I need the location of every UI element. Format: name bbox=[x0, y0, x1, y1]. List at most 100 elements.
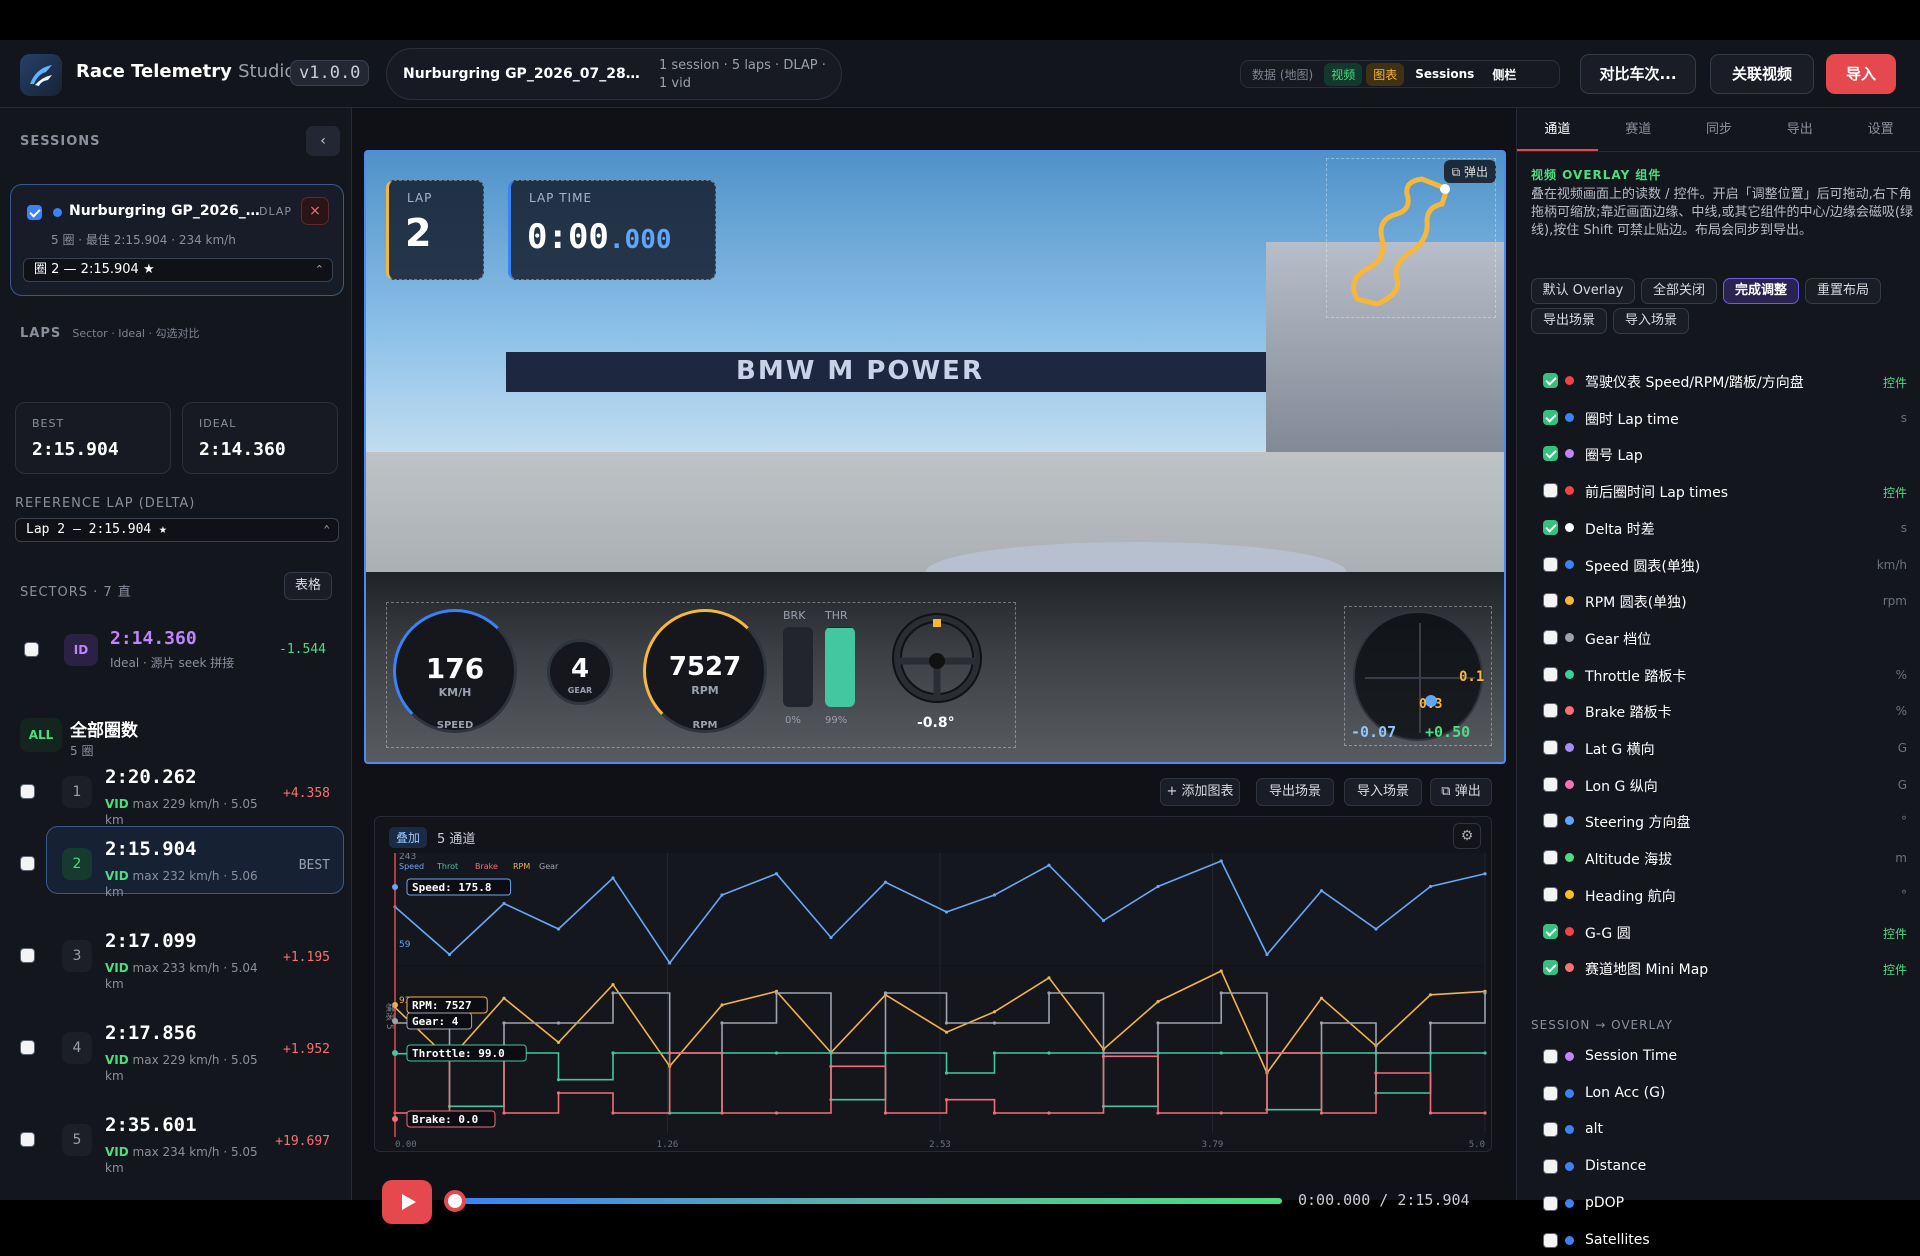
reset-layout-button[interactable]: 重置布局 bbox=[1805, 278, 1881, 304]
seek-handle[interactable] bbox=[444, 1190, 466, 1212]
tab-settings[interactable]: 设置 bbox=[1840, 108, 1920, 151]
overlay-item[interactable]: 前后圈时间 Lap times 控件 bbox=[1543, 476, 1909, 506]
chart-popout-button[interactable]: ⧉ 弹出 bbox=[1430, 778, 1492, 806]
overlay-item-checkbox[interactable] bbox=[1543, 813, 1558, 829]
overlay-item[interactable]: 圈号 Lap bbox=[1543, 439, 1909, 469]
session-card[interactable]: Nurburgring GP_2026_... DLAP × 5 圈 · 最佳 … bbox=[10, 184, 344, 296]
overlay-item-checkbox[interactable] bbox=[1543, 629, 1558, 645]
session-overlay-checkbox[interactable] bbox=[1543, 1232, 1558, 1248]
session-overlay-checkbox[interactable] bbox=[1543, 1159, 1558, 1175]
session-overlay-item[interactable]: alt bbox=[1543, 1115, 1909, 1145]
all-off-button[interactable]: 全部关闭 bbox=[1641, 278, 1717, 304]
link-video-button[interactable]: 关联视频 bbox=[1710, 54, 1814, 94]
toggle-chart[interactable]: 图表 bbox=[1366, 62, 1405, 86]
remove-session-button[interactable]: × bbox=[301, 197, 329, 225]
overlay-item-checkbox[interactable] bbox=[1543, 666, 1558, 682]
overlay-item-checkbox[interactable] bbox=[1543, 519, 1558, 535]
overlay-import-scene-button[interactable]: 导入场景 bbox=[1613, 308, 1689, 334]
session-overlay-item[interactable]: pDOP bbox=[1543, 1189, 1909, 1219]
toggle-sidebar[interactable]: 侧栏 bbox=[1485, 63, 1523, 86]
lap-checkbox[interactable] bbox=[20, 784, 35, 799]
ideal-lap-row[interactable]: ID 2:14.360 Ideal · 源片 seek 拼接 -1.544 bbox=[0, 620, 351, 684]
overlay-item[interactable]: Delta 时差 s bbox=[1543, 513, 1909, 543]
session-overlay-item[interactable]: Lon Acc (G) bbox=[1543, 1079, 1909, 1109]
gg-circle-overlay[interactable]: 0.1 0.3 -0.07 +0.50 bbox=[1344, 606, 1492, 746]
lap-checkbox[interactable] bbox=[20, 948, 35, 963]
overlay-item[interactable]: Steering 方向盘 ° bbox=[1543, 806, 1909, 836]
minimap-overlay[interactable] bbox=[1326, 158, 1496, 318]
overlay-item-checkbox[interactable] bbox=[1543, 556, 1558, 572]
overlay-item[interactable]: 圈时 Lap time s bbox=[1543, 403, 1909, 433]
compare-button[interactable]: 对比车次... bbox=[1580, 54, 1696, 94]
overlay-item[interactable]: Lat G 横向 G bbox=[1543, 733, 1909, 763]
video-player[interactable]: BMW M POWER LAP 2 LAP TIME 0:00.000 ⧉ 弹出… bbox=[364, 150, 1506, 764]
session-overlay-checkbox[interactable] bbox=[1543, 1085, 1558, 1101]
overlay-item-checkbox[interactable] bbox=[1543, 740, 1558, 755]
lap-row[interactable]: 1 2:20.262 VID max 229 km/h · 5.05 km +4.35… bbox=[0, 752, 351, 834]
collapse-sidebar-button[interactable]: ‹ bbox=[306, 126, 340, 156]
tab-export[interactable]: 导出 bbox=[1759, 108, 1840, 151]
lap-overlay[interactable]: LAP 2 bbox=[386, 180, 484, 280]
lap-checkbox[interactable] bbox=[20, 1040, 35, 1055]
overlay-item[interactable]: Heading 航向 ° bbox=[1543, 880, 1909, 910]
current-session-chip[interactable]: Nurburgring GP_2026_07_28_16_... 1 sessi… bbox=[386, 48, 842, 100]
overlay-item[interactable]: Throttle 踏板卡% bbox=[1543, 660, 1909, 690]
session-lap-select[interactable]: 圈 2 — 2:15.904 ★ bbox=[23, 258, 333, 282]
session-overlay-checkbox[interactable] bbox=[1543, 1049, 1558, 1064]
finish-adjust-button[interactable]: 完成调整 bbox=[1723, 278, 1799, 304]
sectors-table-button[interactable]: 表格 bbox=[284, 572, 332, 600]
laptime-overlay[interactable]: LAP TIME 0:00.000 bbox=[508, 180, 716, 280]
overlay-item-checkbox[interactable] bbox=[1543, 886, 1558, 902]
overlay-item[interactable]: G-G 圆 控件 bbox=[1543, 917, 1909, 947]
import-button[interactable]: 导入 bbox=[1826, 54, 1896, 94]
overlay-item[interactable]: 赛道地图 Mini Map 控件 bbox=[1543, 953, 1909, 983]
lap-row[interactable]: 2 2:15.904 VID max 232 km/h · 5.06 km BEST bbox=[0, 824, 351, 906]
toggle-data-map[interactable]: 数据 (地图) bbox=[1245, 63, 1320, 86]
lap-row[interactable]: 4 2:17.856 VID max 229 km/h · 5.05 km +1.95… bbox=[0, 1008, 351, 1090]
overlay-item-checkbox[interactable] bbox=[1543, 593, 1558, 609]
dash-gauges-overlay[interactable]: 176 KM/H SPEED 4 GEAR 7527 RPM RPM BRK T… bbox=[386, 602, 1016, 748]
ideal-checkbox[interactable] bbox=[24, 642, 39, 657]
lap-row[interactable]: 5 2:35.601 VID max 234 km/h · 5.05 km +19.6… bbox=[0, 1100, 351, 1182]
session-checkbox[interactable] bbox=[27, 205, 42, 220]
overlay-item[interactable]: Brake 踏板卡% bbox=[1543, 696, 1909, 726]
overlay-item[interactable]: Gear 档位 bbox=[1543, 623, 1909, 653]
reference-lap-select[interactable]: Lap 2 — 2:15.904 ★ bbox=[15, 518, 339, 542]
overlay-item[interactable]: RPM 圆表(单独) rpm bbox=[1543, 586, 1909, 616]
default-overlay-button[interactable]: 默认 Overlay bbox=[1531, 278, 1635, 304]
overlay-export-scene-button[interactable]: 导出场景 bbox=[1531, 308, 1607, 334]
overlay-item-checkbox[interactable] bbox=[1543, 776, 1558, 792]
export-scene-button[interactable]: 导出场景 bbox=[1256, 778, 1334, 806]
tab-sync[interactable]: 同步 bbox=[1679, 108, 1760, 151]
overlay-item[interactable]: Lon G 纵向 G bbox=[1543, 770, 1909, 800]
session-overlay-item[interactable]: Session Time bbox=[1543, 1042, 1909, 1072]
overlay-mode-badge[interactable]: 叠加 bbox=[389, 827, 428, 848]
overlay-item-checkbox[interactable] bbox=[1543, 703, 1558, 719]
tab-track[interactable]: 赛道 bbox=[1598, 108, 1679, 151]
toggle-video[interactable]: 视频 bbox=[1324, 62, 1363, 86]
play-button[interactable] bbox=[382, 1180, 432, 1224]
tab-channels[interactable]: 通道 bbox=[1517, 108, 1598, 151]
overlay-item[interactable]: 驾驶仪表 Speed/RPM/踏板/方向盘 控件 bbox=[1543, 366, 1909, 396]
chart-settings-icon[interactable]: ⚙ bbox=[1453, 823, 1481, 849]
add-chart-button[interactable]: + 添加图表 bbox=[1160, 778, 1240, 806]
session-overlay-checkbox[interactable] bbox=[1543, 1122, 1558, 1138]
overlay-item-checkbox[interactable] bbox=[1543, 446, 1558, 462]
lap-row[interactable]: 3 2:17.099 VID max 233 km/h · 5.04 km +1.19… bbox=[0, 916, 351, 998]
lap-checkbox[interactable] bbox=[20, 1132, 35, 1147]
session-overlay-item[interactable]: Distance bbox=[1543, 1152, 1909, 1182]
overlay-item[interactable]: Speed 圆表(单独) km/h bbox=[1543, 550, 1909, 580]
seek-bar[interactable] bbox=[452, 1198, 1282, 1204]
import-scene-button[interactable]: 导入场景 bbox=[1344, 778, 1422, 806]
toggle-sessions[interactable]: Sessions bbox=[1408, 64, 1481, 84]
overlay-item-checkbox[interactable] bbox=[1543, 960, 1558, 976]
session-overlay-item[interactable]: Satellites bbox=[1543, 1226, 1909, 1256]
overlay-item-checkbox[interactable] bbox=[1543, 923, 1558, 939]
lap-checkbox[interactable] bbox=[20, 856, 35, 871]
session-overlay-checkbox[interactable] bbox=[1543, 1195, 1558, 1211]
overlay-item-checkbox[interactable] bbox=[1543, 409, 1558, 425]
telemetry-chart[interactable]: 0.001.262.533.795.0243599322 · 5.3SpeedT… bbox=[375, 853, 1491, 1151]
overlay-item[interactable]: Altitude 海拔 m bbox=[1543, 843, 1909, 873]
overlay-item-checkbox[interactable] bbox=[1543, 373, 1558, 388]
overlay-item-checkbox[interactable] bbox=[1543, 483, 1558, 499]
